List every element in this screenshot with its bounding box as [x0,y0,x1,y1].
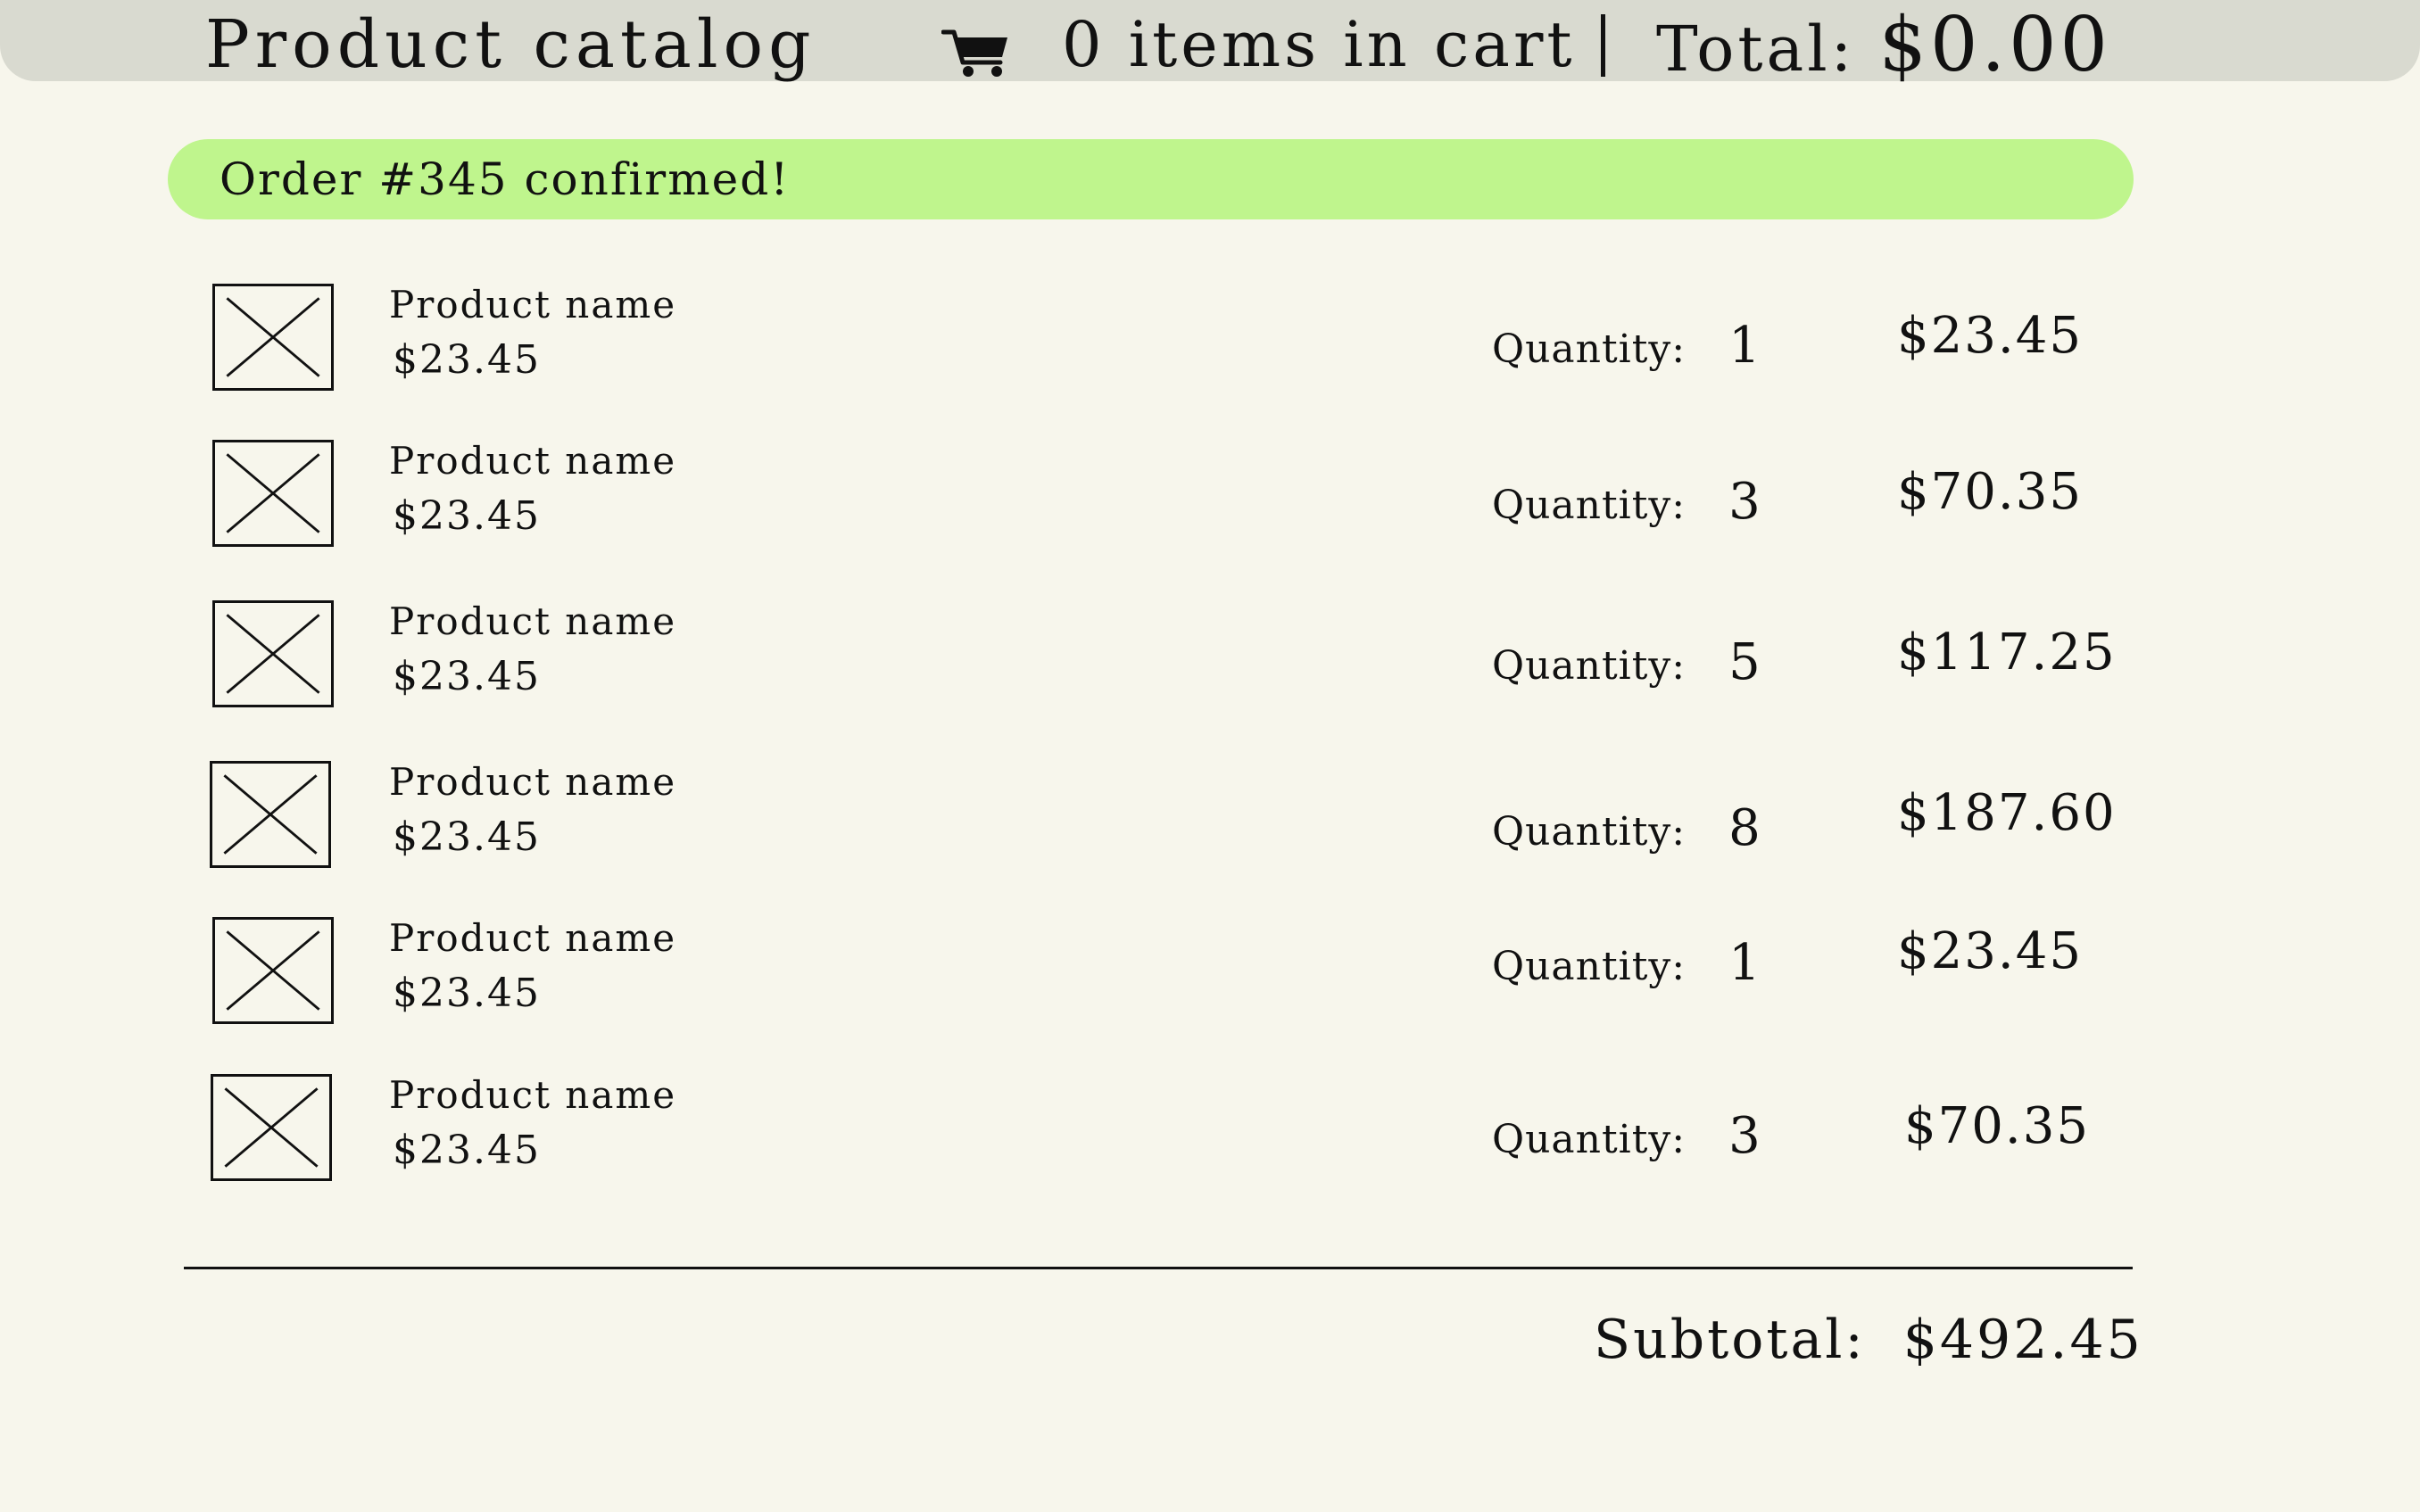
quantity-label: Quantity: [1492,326,1687,372]
product-price: $23.45 [393,654,541,699]
image-placeholder-icon [211,1074,332,1181]
quantity-value: 1 [1728,317,1761,375]
quantity: Quantity: 1 [1492,937,1761,994]
image-placeholder-icon [212,600,334,707]
quantity-label: Quantity: [1492,1117,1687,1162]
quantity-value: 5 [1728,633,1761,691]
order-item-row: Product name $23.45 Quantity: 5 $117.25 [0,599,2420,716]
product-price: $23.45 [393,814,541,860]
product-price: $23.45 [393,1128,541,1173]
line-total: $23.45 [1897,307,2083,365]
quantity-value: 3 [1728,473,1761,531]
subtotal-label: Subtotal: [1594,1309,1866,1371]
product-price: $23.45 [393,337,541,383]
image-placeholder-icon [212,917,334,1024]
product-name: Product name [389,1073,677,1117]
quantity-value: 8 [1728,799,1761,857]
cart-total: Total: $0.00 [1656,2,2111,92]
quantity: Quantity: 8 [1492,802,1761,859]
summary-divider [184,1267,2133,1269]
top-bar: Product catalog 0 items in cart Total: $… [0,0,2420,87]
product-name: Product name [389,916,677,960]
image-placeholder-icon [210,761,331,868]
product-name: Product name [389,599,677,643]
quantity-label: Quantity: [1492,944,1687,989]
line-total: $187.60 [1897,784,2117,842]
order-item-row: Product name $23.45 Quantity: 1 $23.45 [0,283,2420,400]
quantity-value: 3 [1728,1107,1761,1165]
order-item-row: Product name $23.45 Quantity: 1 $23.45 [0,916,2420,1033]
order-confirmation-text: Order #345 confirmed! [220,153,791,205]
quantity-value: 1 [1728,934,1761,992]
quantity: Quantity: 1 [1492,319,1761,376]
quantity: Quantity: 3 [1492,475,1761,533]
quantity-label: Quantity: [1492,483,1687,528]
quantity-label: Quantity: [1492,809,1687,855]
cart-total-label: Total: [1656,12,1856,86]
shopping-cart-icon[interactable] [941,27,1013,80]
cart-item-count[interactable]: 0 items in cart [1062,2,1576,87]
line-total: $70.35 [1897,463,2083,521]
quantity-label: Quantity: [1492,643,1687,689]
quantity: Quantity: 3 [1492,1110,1761,1167]
order-item-row: Product name $23.45 Quantity: 3 $70.35 [0,439,2420,556]
product-name: Product name [389,439,677,483]
product-price: $23.45 [393,493,541,539]
cart-total-value: $0.00 [1878,1,2111,88]
order-item-row: Product name $23.45 Quantity: 3 $70.35 [0,1073,2420,1190]
order-confirmation-banner: Order #345 confirmed! [168,139,2134,219]
line-total: $70.35 [1904,1097,2090,1155]
line-total: $117.25 [1897,624,2117,682]
line-total: $23.45 [1897,922,2083,980]
product-price: $23.45 [393,971,541,1016]
header-divider [1601,14,1605,77]
subtotal-value: $492.45 [1902,1309,2143,1371]
order-item-row: Product name $23.45 Quantity: 8 $187.60 [0,760,2420,877]
product-name: Product name [389,760,677,804]
page-title: Product catalog [205,6,816,83]
image-placeholder-icon [212,440,334,547]
image-placeholder-icon [212,284,334,391]
quantity: Quantity: 5 [1492,636,1761,693]
subtotal: Subtotal: $492.45 [1594,1304,2143,1376]
product-name: Product name [389,283,677,326]
